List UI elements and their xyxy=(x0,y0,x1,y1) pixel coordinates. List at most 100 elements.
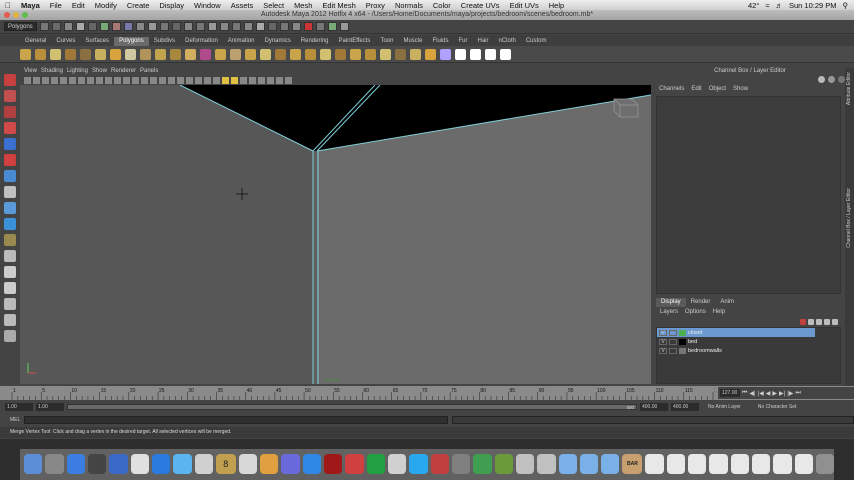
polygon-tool-icon[interactable] xyxy=(110,48,121,60)
last-tool-icon[interactable] xyxy=(4,186,16,198)
dock-app-icon[interactable] xyxy=(302,454,322,474)
dock-app-icon[interactable] xyxy=(451,454,471,474)
status-tool-icon[interactable] xyxy=(123,22,133,31)
layer-tab-anim[interactable]: Anim xyxy=(715,298,739,307)
panel-menu-show[interactable]: Show xyxy=(92,68,107,76)
status-tool-icon[interactable] xyxy=(279,22,289,31)
dock-app-icon[interactable] xyxy=(473,454,492,474)
volume-icon[interactable]: ♬ xyxy=(775,1,783,10)
panel-tool-icon[interactable] xyxy=(249,77,256,84)
status-tool-icon[interactable] xyxy=(159,22,169,31)
polygon-tool-icon[interactable] xyxy=(365,48,376,60)
panel-tool-icon[interactable] xyxy=(150,77,157,84)
panel-tool-icon[interactable] xyxy=(222,77,229,84)
polygon-tool-icon[interactable] xyxy=(395,48,406,60)
polygon-tool-icon[interactable] xyxy=(170,48,181,60)
panel-menu-lighting[interactable]: Lighting xyxy=(67,68,88,76)
dock-app-icon[interactable] xyxy=(645,454,664,474)
panel-tool-icon[interactable] xyxy=(186,77,193,84)
menu-mesh[interactable]: Mesh xyxy=(289,1,317,10)
dock-app-icon[interactable] xyxy=(794,454,813,474)
play-backwards-icon[interactable]: ◀ xyxy=(766,390,771,397)
shelf-tab-polygons[interactable]: Polygons xyxy=(114,37,149,46)
dock-app-icon[interactable] xyxy=(579,454,599,474)
panel-tool-icon[interactable] xyxy=(177,77,184,84)
menu-create-uvs[interactable]: Create UVs xyxy=(456,1,505,10)
lasso-tool-icon[interactable] xyxy=(4,90,16,102)
shelf-tab-rendering[interactable]: Rendering xyxy=(296,37,334,46)
panel-tool-icon[interactable] xyxy=(114,77,121,84)
new-layer-icon[interactable] xyxy=(808,319,814,325)
minimize-window-button[interactable] xyxy=(13,12,19,18)
polygon-tool-icon[interactable] xyxy=(410,48,421,60)
dock-app-icon[interactable] xyxy=(494,454,513,474)
layer-color-swatch[interactable] xyxy=(679,329,686,336)
dock-app-icon[interactable] xyxy=(366,454,385,474)
polygon-tool-icon[interactable] xyxy=(425,48,436,60)
layer-menu-layers[interactable]: Layers xyxy=(660,308,678,317)
shelf-tab-animation[interactable]: Animation xyxy=(223,37,260,46)
polygon-tool-icon[interactable] xyxy=(20,48,31,60)
status-tool-icon[interactable] xyxy=(255,22,265,31)
step-forward-key-icon[interactable]: |▶ xyxy=(787,390,793,397)
panel-tool-icon[interactable] xyxy=(24,77,31,84)
polygon-tool-icon[interactable] xyxy=(200,48,211,60)
dock-app-icon[interactable] xyxy=(24,454,43,474)
polygon-tool-icon[interactable] xyxy=(440,48,451,60)
battery-status[interactable]: 42° xyxy=(748,1,759,10)
layout-outliner-icon[interactable] xyxy=(4,266,16,278)
layout-custom-icon[interactable] xyxy=(4,330,16,342)
shelf-tab-custom[interactable]: Custom xyxy=(521,37,552,46)
polygon-tool-icon[interactable] xyxy=(245,48,256,60)
menu-file[interactable]: File xyxy=(45,1,67,10)
status-tool-icon[interactable] xyxy=(183,22,193,31)
panel-tool-icon[interactable] xyxy=(195,77,202,84)
channel-menu-object[interactable]: Object xyxy=(709,86,726,94)
dock-app-icon[interactable] xyxy=(388,454,407,474)
layout-persp-icon[interactable] xyxy=(4,250,16,262)
shelf-tab-curves[interactable]: Curves xyxy=(51,37,80,46)
side-tab-attribute-editor[interactable]: Attribute Editor xyxy=(846,72,852,105)
go-to-end-icon[interactable]: ⏭ xyxy=(795,390,800,397)
dock-app-icon[interactable] xyxy=(260,454,279,474)
layout-script-icon[interactable] xyxy=(4,314,16,326)
toggle-icon-b[interactable] xyxy=(828,76,835,83)
dock-app-icon[interactable] xyxy=(730,454,749,474)
layout-four-icon[interactable] xyxy=(4,234,16,246)
status-tool-icon[interactable] xyxy=(111,22,121,31)
shelf-tab-muscle[interactable]: Muscle xyxy=(398,37,427,46)
toggle-icon-a[interactable] xyxy=(818,76,825,83)
polygon-tool-icon[interactable] xyxy=(455,48,466,60)
layer-visibility-toggle[interactable]: V xyxy=(659,338,667,345)
menu-proxy[interactable]: Proxy xyxy=(361,1,390,10)
status-tool-icon[interactable] xyxy=(231,22,241,31)
dock-app-icon[interactable] xyxy=(752,454,771,474)
layer-visibility-toggle[interactable]: V xyxy=(659,329,667,336)
panel-tool-icon[interactable] xyxy=(213,77,220,84)
polygon-tool-icon[interactable] xyxy=(80,48,91,60)
menu-edit-mesh[interactable]: Edit Mesh xyxy=(317,1,360,10)
menu-select[interactable]: Select xyxy=(258,1,289,10)
shelf-tab-surfaces[interactable]: Surfaces xyxy=(80,37,114,46)
channel-menu-channels[interactable]: Channels xyxy=(659,86,684,94)
panel-tool-icon[interactable] xyxy=(204,77,211,84)
status-tool-icon[interactable] xyxy=(39,22,49,31)
polygon-tool-icon[interactable] xyxy=(140,48,151,60)
dock-app-icon[interactable] xyxy=(324,454,343,474)
panel-menu-panels[interactable]: Panels xyxy=(140,68,158,76)
dock-app-icon[interactable] xyxy=(537,454,556,474)
polygon-tool-icon[interactable] xyxy=(230,48,241,60)
playback-end-field[interactable]: 400.00 xyxy=(640,403,668,411)
step-forward-frame-icon[interactable]: ▶| xyxy=(779,390,785,397)
manipulator-icon[interactable] xyxy=(4,170,16,182)
shelf-tab-ncloth[interactable]: nCloth xyxy=(494,37,521,46)
range-bar[interactable]: 400 xyxy=(67,404,637,410)
polygon-tool-icon[interactable] xyxy=(65,48,76,60)
panel-menu-renderer[interactable]: Renderer xyxy=(111,68,136,76)
status-tool-icon[interactable] xyxy=(267,22,277,31)
dock-app-icon[interactable] xyxy=(515,454,535,474)
shelf-tab-hair[interactable]: Hair xyxy=(472,37,493,46)
polygon-tool-icon[interactable] xyxy=(125,48,136,60)
layer-row-closet[interactable]: Vcloset xyxy=(657,328,815,337)
status-tool-icon[interactable] xyxy=(87,22,97,31)
